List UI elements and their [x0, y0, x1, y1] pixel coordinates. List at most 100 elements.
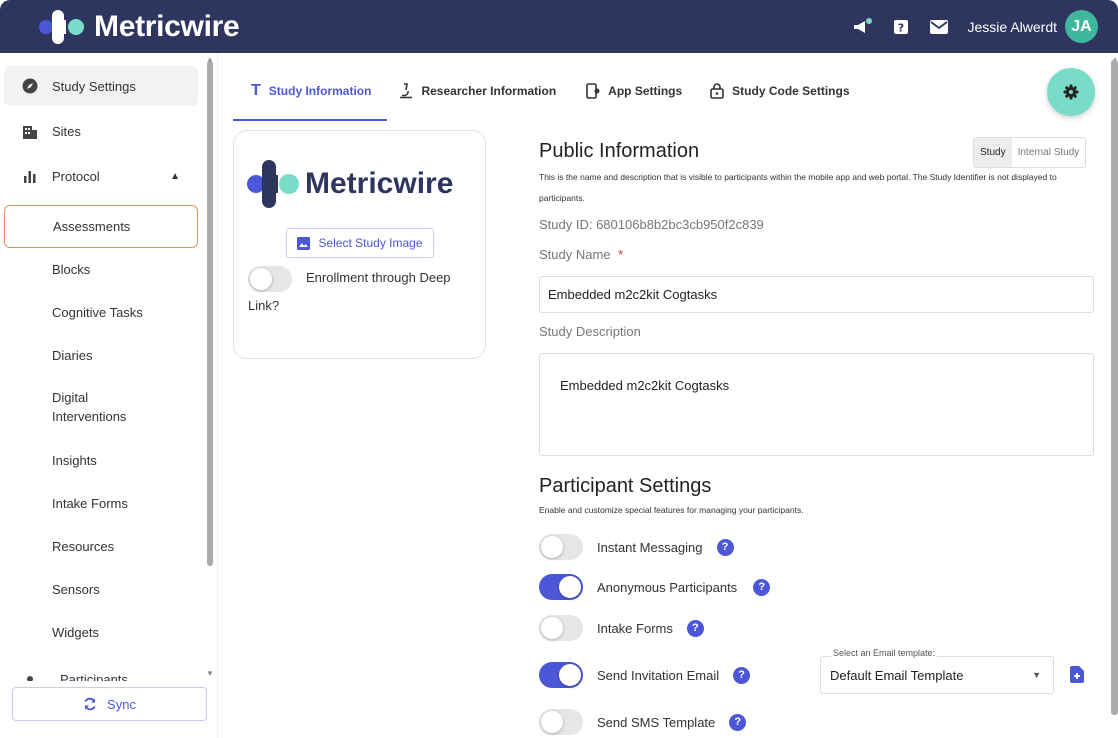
text-t-icon: T — [251, 82, 261, 99]
study-name-label-text: Study Name — [539, 247, 611, 262]
setting-intake-forms: Intake Forms ? — [539, 615, 704, 641]
anonymous-participants-toggle[interactable] — [539, 574, 583, 600]
required-asterisk: * — [618, 247, 624, 262]
setting-instant-messaging: Instant Messaging ? — [539, 534, 734, 560]
sidebar: Study Settings Sites Protocol ▲ Assessme… — [0, 53, 218, 738]
sidebar-item-label: Blocks — [52, 261, 91, 277]
sidebar-item-digital-interventions[interactable]: Digital Interventions — [4, 383, 164, 431]
compass-icon — [20, 78, 40, 94]
sidebar-item-label: Sensors — [52, 581, 100, 597]
tab-label: Study Information — [268, 84, 372, 98]
sidebar-item-participants[interactable]: Participants — [4, 665, 198, 681]
segment-internal-study[interactable]: Internal Study — [1012, 138, 1086, 167]
study-type-segmented-control: Study Internal Study — [973, 137, 1087, 168]
help-icon[interactable]: ? — [890, 16, 912, 38]
sidebar-item-cognitive-tasks[interactable]: Cognitive Tasks — [4, 292, 198, 332]
sidebar-item-label: Resources — [52, 538, 115, 554]
setting-send-sms-template: Send SMS Template ? — [539, 709, 747, 735]
sidebar-item-assessments[interactable]: Assessments — [4, 205, 198, 248]
public-information-title: Public Information — [539, 140, 700, 162]
study-name-label: Study Name * — [539, 247, 623, 262]
sidebar-item-blocks[interactable]: Blocks — [4, 249, 198, 289]
lock-icon — [710, 83, 724, 99]
participant-settings-title: Participant Settings — [539, 475, 712, 497]
intake-forms-toggle[interactable] — [539, 615, 583, 641]
sidebar-item-label: Widgets — [52, 624, 99, 640]
help-circle-icon[interactable]: ? — [716, 538, 734, 556]
setting-label: Send SMS Template — [597, 714, 716, 730]
app-logo[interactable]: Metricwire — [38, 10, 240, 44]
send-invitation-email-toggle[interactable] — [539, 662, 583, 688]
microscope-icon — [399, 83, 413, 99]
email-template-value: Default Email Template — [830, 667, 964, 683]
tab-researcher-information[interactable]: Researcher Information — [387, 70, 572, 112]
settings-fab-button[interactable] — [1047, 68, 1095, 116]
caret-up-icon[interactable]: ▲ — [170, 171, 180, 182]
sidebar-clip: Participants — [0, 665, 205, 681]
sidebar-item-label: Insights — [52, 452, 97, 468]
main-scrollbar[interactable] — [1111, 60, 1118, 715]
email-template-label: Select an Email template: — [831, 648, 938, 658]
megaphone-icon[interactable] — [852, 16, 874, 38]
sidebar-item-intake-forms[interactable]: Intake Forms — [4, 483, 198, 523]
user-name[interactable]: Jessie Alwerdt — [968, 19, 1057, 35]
setting-label: Intake Forms — [597, 620, 673, 636]
sync-button[interactable]: Sync — [12, 687, 207, 721]
sidebar-item-label: Digital Interventions — [52, 390, 127, 424]
help-circle-icon[interactable]: ? — [729, 713, 747, 731]
help-circle-icon[interactable]: ? — [733, 666, 751, 684]
segment-study[interactable]: Study — [974, 138, 1012, 167]
svg-text:?: ? — [897, 21, 903, 34]
study-logo: Metricwire — [247, 160, 453, 208]
sidebar-item-label: Participants — [60, 671, 128, 682]
study-name-input[interactable]: Embedded m2c2kit Cogtasks — [539, 276, 1094, 313]
mail-icon[interactable] — [928, 16, 950, 38]
sidebar-scrollbar[interactable] — [207, 61, 213, 566]
study-description-textarea[interactable]: Embedded m2c2kit Cogtasks — [539, 353, 1094, 456]
tab-study-code-settings[interactable]: Study Code Settings — [698, 70, 865, 112]
dot-icon — [20, 676, 40, 681]
tab-app-settings[interactable]: App Settings — [572, 70, 698, 112]
deep-link-toggle[interactable] — [248, 265, 292, 292]
metricwire-logo-icon — [247, 160, 299, 208]
metricwire-logo-icon — [39, 10, 84, 44]
sidebar-item-label: Assessments — [53, 219, 131, 234]
setting-send-invitation-email: Send Invitation Email ? — [539, 662, 751, 688]
study-logo-text: Metricwire — [305, 167, 454, 200]
sidebar-item-sites[interactable]: Sites — [4, 111, 198, 151]
study-image-card: Metricwire Select Study Image Enrollment… — [233, 130, 486, 359]
scroll-down-arrow-icon[interactable]: ▼ — [206, 669, 214, 678]
deep-link-setting: Enrollment through Deep Link? — [248, 264, 473, 319]
public-information-description: This is the name and description that is… — [539, 172, 1057, 203]
sidebar-item-study-settings[interactable]: Study Settings — [4, 66, 198, 106]
sidebar-item-resources[interactable]: Resources — [4, 526, 198, 566]
setting-anonymous-participants: Anonymous Participants ? — [539, 574, 771, 600]
send-sms-template-toggle[interactable] — [539, 709, 583, 735]
sidebar-item-insights[interactable]: Insights — [4, 440, 198, 480]
avatar[interactable]: JA — [1065, 10, 1098, 43]
sidebar-item-diaries[interactable]: Diaries — [4, 335, 198, 375]
phone-settings-icon — [586, 83, 600, 99]
sidebar-item-widgets[interactable]: Widgets — [4, 612, 198, 652]
bar-chart-icon — [20, 169, 40, 183]
tab-label: Study Code Settings — [732, 84, 850, 98]
sync-icon — [83, 697, 97, 711]
sidebar-item-label: Diaries — [52, 347, 93, 363]
sidebar-item-label: Cognitive Tasks — [52, 304, 143, 320]
tab-study-information[interactable]: T Study Information — [233, 70, 388, 121]
sidebar-item-sensors[interactable]: Sensors — [4, 569, 198, 609]
tab-bar: T Study Information Researcher Informati… — [233, 70, 866, 122]
setting-label: Instant Messaging — [597, 539, 703, 555]
add-document-icon[interactable] — [1070, 666, 1084, 688]
dropdown-arrow-icon: ▼ — [1032, 670, 1041, 680]
top-bar: Metricwire ? Jessie Alwerdt JA — [0, 0, 1118, 53]
email-template-select[interactable]: Default Email Template ▼ — [820, 656, 1054, 694]
select-study-image-label: Select Study Image — [318, 236, 423, 250]
select-study-image-button[interactable]: Select Study Image — [286, 228, 434, 258]
help-circle-icon[interactable]: ? — [753, 578, 771, 596]
app-name: Metricwire — [94, 10, 240, 43]
sidebar-item-protocol[interactable]: Protocol ▲ — [4, 156, 198, 196]
instant-messaging-toggle[interactable] — [539, 534, 583, 560]
help-circle-icon[interactable]: ? — [686, 619, 704, 637]
study-description-label: Study Description — [539, 324, 641, 339]
